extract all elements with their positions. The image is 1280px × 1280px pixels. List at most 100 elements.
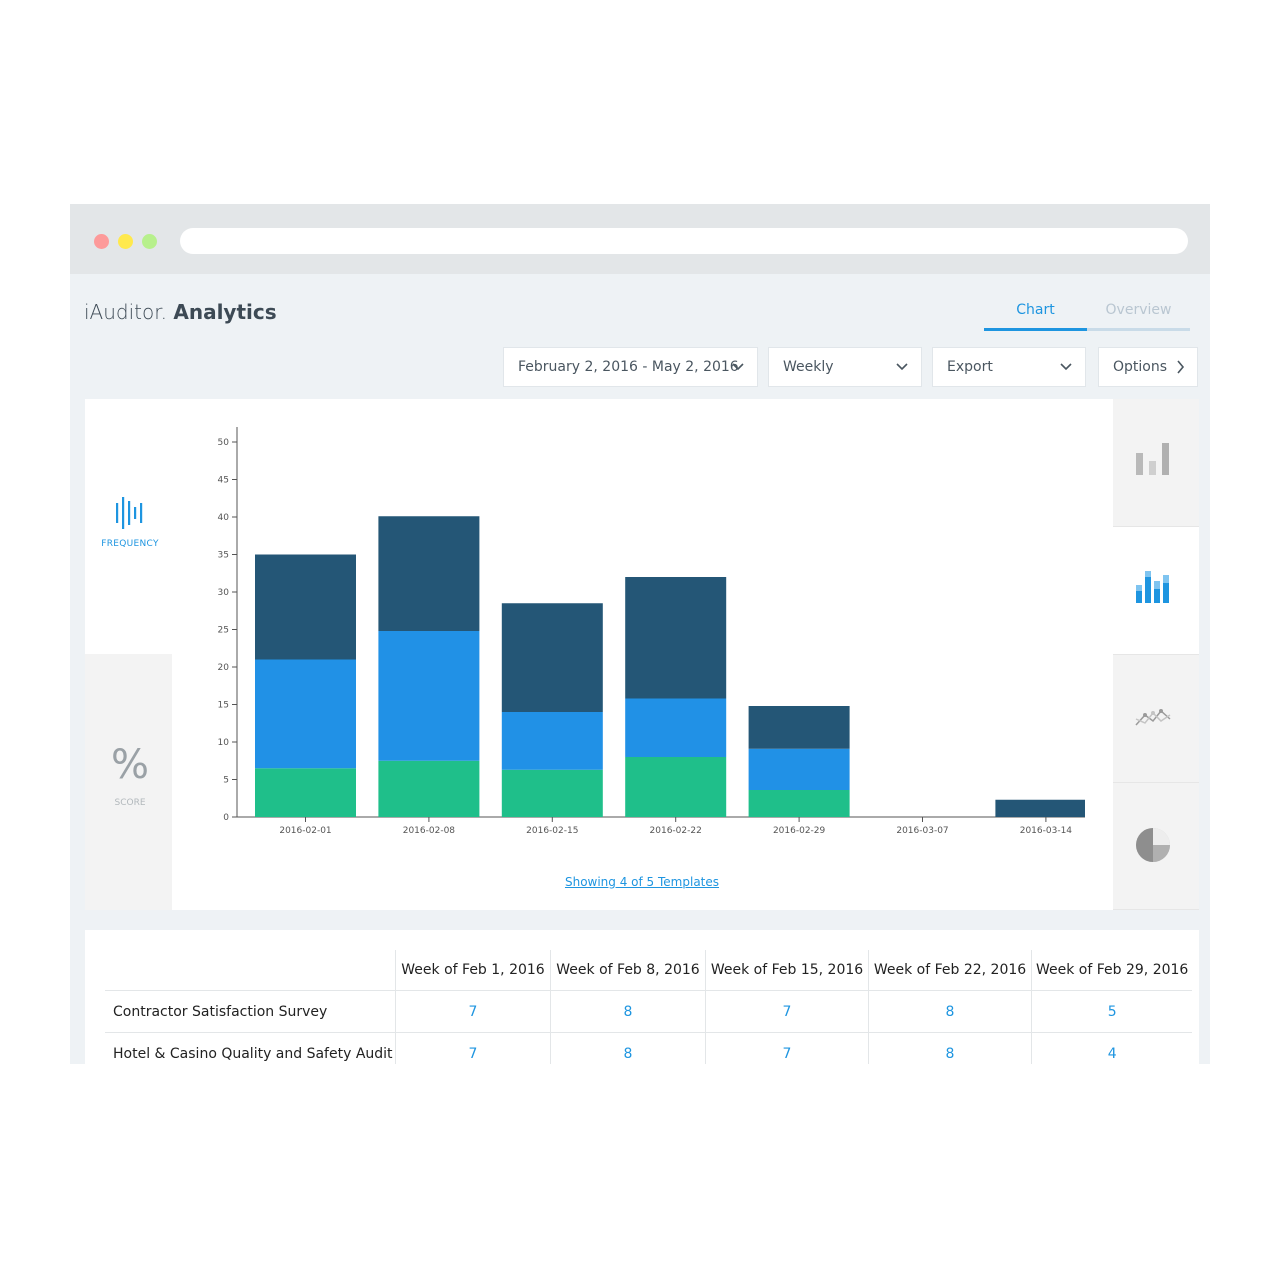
brand-section: Analytics bbox=[173, 300, 277, 324]
y-tick-label: 50 bbox=[218, 438, 230, 448]
table-row: Contractor Satisfaction Survey 7 8 7 8 5 bbox=[105, 990, 1193, 1033]
column-header: Week of Feb 15, 2016 bbox=[705, 950, 869, 991]
frequency-value: Weekly bbox=[783, 359, 834, 375]
template-name: Hotel & Casino Quality and Safety Audit bbox=[105, 1032, 396, 1064]
bar-segment bbox=[748, 748, 850, 790]
bar-segment bbox=[748, 790, 850, 817]
table-header-blank bbox=[105, 950, 396, 991]
x-tick-label: 2016-02-22 bbox=[650, 826, 702, 836]
data-table: Week of Feb 1, 2016 Week of Feb 8, 2016 … bbox=[105, 950, 1193, 1064]
options-button[interactable]: Options bbox=[1098, 347, 1198, 387]
x-tick-label: 2016-03-14 bbox=[1020, 826, 1073, 836]
x-tick-label: 2016-02-08 bbox=[403, 826, 456, 836]
bar-segment bbox=[625, 698, 727, 757]
chart-card: FREQUENCY % SCORE 0 5 10 15 20 25 30 35 40 45 50 20… bbox=[85, 399, 1199, 910]
column-header: Week of Feb 1, 2016 bbox=[395, 950, 551, 991]
tab-chart[interactable]: Chart bbox=[984, 302, 1087, 318]
tab-underline bbox=[984, 328, 1190, 331]
chevron-down-icon bbox=[1059, 348, 1073, 401]
address-bar[interactable] bbox=[180, 228, 1188, 254]
table-row: Hotel & Casino Quality and Safety Audit … bbox=[105, 1032, 1193, 1064]
x-tick-label: 2016-02-29 bbox=[773, 826, 826, 836]
bar-segment bbox=[501, 712, 603, 770]
x-tick-label: 2016-02-01 bbox=[279, 826, 331, 836]
bar-segment bbox=[378, 631, 480, 761]
bar-segment bbox=[378, 516, 480, 631]
y-tick-label: 10 bbox=[218, 738, 230, 748]
export-dropdown[interactable]: Export bbox=[932, 347, 1086, 387]
table-cell-link[interactable]: 7 bbox=[705, 990, 869, 1033]
browser-window: iAuditor. Analytics Chart Overview Febru… bbox=[70, 204, 1210, 1064]
frequency-metric-button[interactable]: FREQUENCY bbox=[85, 399, 172, 654]
line-chart-icon bbox=[1135, 709, 1171, 726]
y-tick-label: 0 bbox=[223, 813, 229, 823]
template-name: Contractor Satisfaction Survey bbox=[105, 990, 396, 1033]
column-header: Week of Feb 8, 2016 bbox=[550, 950, 706, 991]
chart-type-bar[interactable] bbox=[1113, 399, 1199, 527]
chart-type-pie[interactable] bbox=[1113, 783, 1199, 910]
date-range-value: February 2, 2016 - May 2, 2016 bbox=[518, 359, 739, 375]
templates-shown-link[interactable]: Showing 4 of 5 Templates bbox=[85, 875, 1199, 889]
chevron-down-icon bbox=[731, 348, 745, 401]
y-tick-label: 40 bbox=[218, 513, 230, 523]
x-tick-label: 2016-03-07 bbox=[896, 826, 948, 836]
x-tick-label: 2016-02-15 bbox=[526, 826, 578, 836]
table-cell-link[interactable]: 7 bbox=[395, 990, 551, 1033]
percent-icon: % bbox=[110, 742, 149, 788]
stacked-bar-chart-icon bbox=[1136, 571, 1169, 603]
y-tick-label: 20 bbox=[218, 663, 230, 673]
browser-titlebar bbox=[70, 204, 1210, 274]
bar-segment bbox=[748, 706, 850, 749]
y-tick-label: 45 bbox=[218, 476, 229, 486]
table-header-row: Week of Feb 1, 2016 Week of Feb 8, 2016 … bbox=[105, 950, 1193, 991]
active-tab-indicator bbox=[984, 328, 1087, 331]
frequency-dropdown[interactable]: Weekly bbox=[768, 347, 922, 387]
table-cell-link[interactable]: 7 bbox=[705, 1032, 869, 1064]
chart-type-line[interactable] bbox=[1113, 655, 1199, 783]
bar-segment bbox=[995, 799, 1085, 817]
score-metric-button[interactable]: % SCORE bbox=[85, 654, 172, 910]
chart-type-panel bbox=[1113, 399, 1199, 910]
app-title: iAuditor. Analytics bbox=[84, 300, 277, 324]
bar-segment bbox=[625, 757, 727, 817]
date-range-dropdown[interactable]: February 2, 2016 - May 2, 2016 bbox=[503, 347, 758, 387]
export-label: Export bbox=[947, 359, 993, 375]
y-tick-label: 5 bbox=[223, 776, 229, 786]
y-tick-label: 30 bbox=[218, 588, 230, 598]
tab-overview[interactable]: Overview bbox=[1087, 302, 1190, 318]
chevron-right-icon bbox=[1175, 348, 1185, 401]
table-cell-link[interactable]: 8 bbox=[550, 990, 706, 1033]
y-tick-label: 35 bbox=[218, 551, 229, 561]
chart-type-stacked-bar[interactable] bbox=[1113, 527, 1199, 655]
bar-segment bbox=[255, 659, 356, 769]
data-table-card: Week of Feb 1, 2016 Week of Feb 8, 2016 … bbox=[85, 930, 1199, 1064]
column-header: Week of Feb 22, 2016 bbox=[868, 950, 1032, 991]
frequency-label: FREQUENCY bbox=[101, 539, 159, 549]
table-cell-link[interactable]: 4 bbox=[1031, 1032, 1193, 1064]
table-cell-link[interactable]: 8 bbox=[868, 990, 1032, 1033]
column-header: Week of Feb 29, 2016 bbox=[1031, 950, 1193, 991]
bar-segment bbox=[501, 769, 603, 817]
bar-segment bbox=[378, 760, 480, 817]
pie-chart-icon bbox=[1136, 828, 1170, 862]
brand-name: iAuditor. bbox=[84, 300, 167, 324]
bar-segment bbox=[255, 768, 356, 817]
maximize-window-button[interactable] bbox=[142, 234, 157, 249]
view-tabs: Chart Overview bbox=[984, 302, 1190, 332]
y-tick-label: 15 bbox=[218, 701, 229, 711]
bar-chart-icon bbox=[1136, 443, 1169, 475]
table-cell-link[interactable]: 8 bbox=[550, 1032, 706, 1064]
stacked-bar-chart: 0 5 10 15 20 25 30 35 40 45 50 2016-02-01 2016-02-08… bbox=[218, 427, 1085, 836]
score-label: SCORE bbox=[114, 798, 146, 808]
bar-segment bbox=[625, 577, 727, 699]
frequency-icon bbox=[116, 497, 143, 529]
close-window-button[interactable] bbox=[94, 234, 109, 249]
bar-segment bbox=[255, 554, 356, 660]
table-cell-link[interactable]: 7 bbox=[395, 1032, 551, 1064]
chevron-down-icon bbox=[895, 348, 909, 401]
minimize-window-button[interactable] bbox=[118, 234, 133, 249]
y-tick-label: 25 bbox=[218, 626, 229, 636]
options-label: Options bbox=[1113, 359, 1168, 375]
table-cell-link[interactable]: 8 bbox=[868, 1032, 1032, 1064]
table-cell-link[interactable]: 5 bbox=[1031, 990, 1193, 1033]
